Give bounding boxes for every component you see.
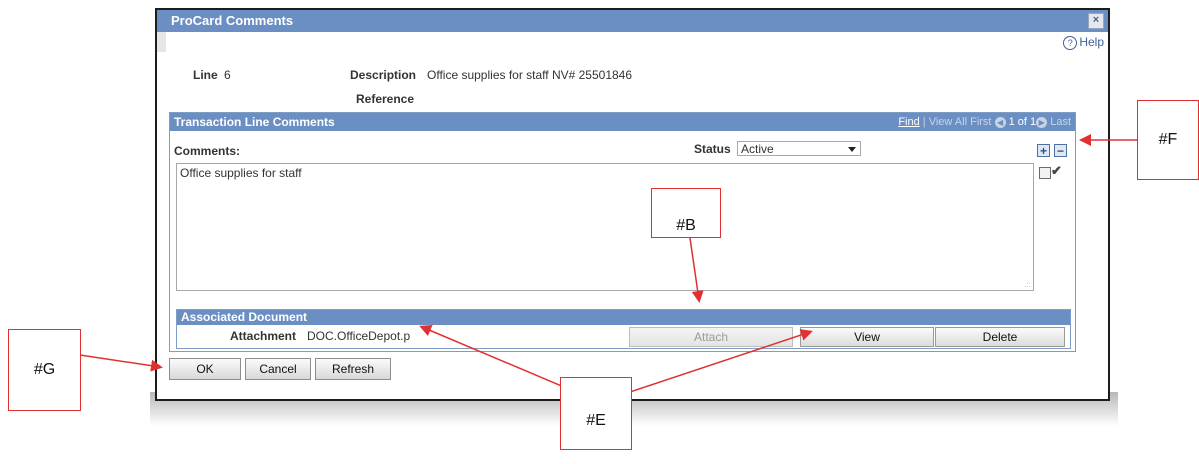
callout-g: #G bbox=[8, 329, 81, 411]
arrow-b bbox=[689, 237, 704, 303]
callout-f: #F bbox=[1137, 100, 1199, 180]
callout-e: #E bbox=[560, 377, 632, 450]
arrow-e-view bbox=[629, 329, 813, 393]
arrow-g bbox=[79, 354, 163, 372]
callout-b: #B bbox=[651, 188, 721, 238]
